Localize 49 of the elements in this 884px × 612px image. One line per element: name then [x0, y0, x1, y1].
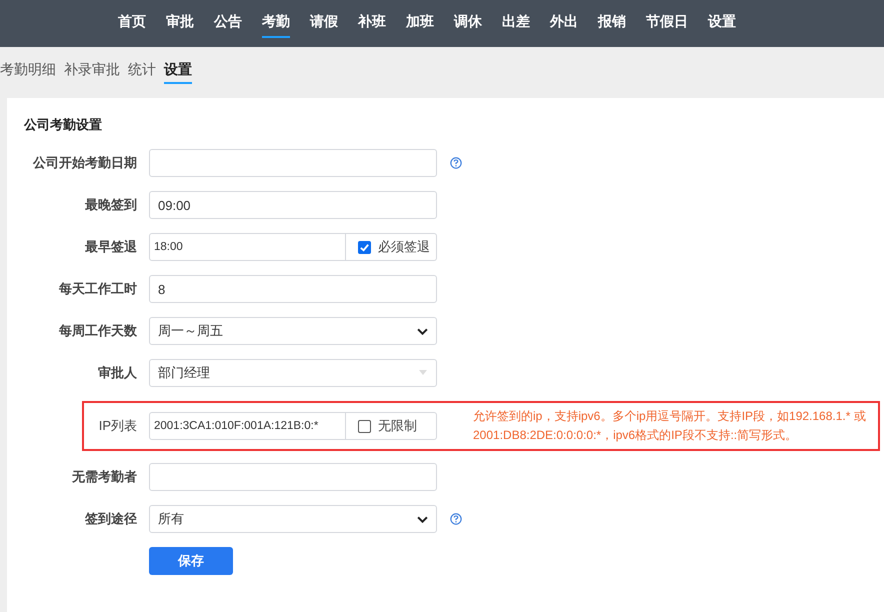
nav-tab[interactable]: 报销 [598, 13, 626, 38]
field-label: 每周工作天数 [58, 322, 137, 340]
nav-tab[interactable]: 首页 [118, 13, 146, 38]
checkbox-label: 必须签退 [378, 238, 430, 256]
nav-tab[interactable]: 审批 [166, 13, 194, 38]
input-field[interactable]: 09:00 [149, 191, 437, 219]
select-field[interactable]: 所有 [149, 505, 437, 533]
checkbox-addon[interactable]: 无限制 [346, 412, 437, 440]
field-label: 公司开始考勤日期 [32, 154, 137, 172]
nav-tab[interactable]: 加班 [406, 13, 434, 38]
nav-tab[interactable]: 出差 [502, 13, 530, 38]
input-field[interactable] [149, 463, 437, 491]
save-button[interactable]: 保存 [149, 547, 233, 575]
help-icon[interactable] [450, 513, 462, 525]
input-field[interactable]: 18:00 [149, 233, 346, 261]
field-label: 最早签退 [84, 238, 137, 256]
hint-text: 允许签到的ip，支持ipv6。多个ip用逗号隔开。支持IP段，如192.168.1.* 或 2001:DB8:2DE:0:0:0:0:*，ipv6格式的IP段不支持::简写形式。 [473, 408, 867, 444]
field-label: 签到途径 [84, 510, 137, 528]
checkbox[interactable] [358, 240, 371, 254]
checkbox-label: 无限制 [378, 417, 417, 435]
checkbox-addon[interactable]: 必须签退 [346, 233, 437, 261]
nav-tab[interactable]: 请假 [310, 13, 338, 38]
sub-tab[interactable]: 补录审批 [64, 61, 120, 84]
input-field[interactable]: 2001:3CA1:010F:001A:121B:0:* [149, 412, 346, 440]
caret-down-icon [418, 370, 428, 376]
select-field[interactable]: 部门经理 [149, 359, 437, 387]
checkbox[interactable] [358, 420, 371, 432]
chevron-down-icon [417, 328, 428, 334]
sub-tab[interactable]: 设置 [164, 61, 192, 84]
nav-tab[interactable]: 公告 [214, 13, 242, 38]
nav-tab[interactable]: 外出 [550, 13, 578, 38]
sub-tab[interactable]: 考勤明细 [0, 61, 56, 84]
nav-tab[interactable]: 补班 [358, 13, 386, 38]
input-field[interactable]: 8 [149, 275, 437, 303]
field-label: 无需考勤者 [70, 468, 137, 486]
nav-tab[interactable]: 调休 [454, 13, 482, 38]
card-title: 公司考勤设置 [24, 116, 103, 134]
sub-tab[interactable]: 统计 [128, 61, 156, 84]
help-icon[interactable] [450, 157, 462, 169]
nav-tab[interactable]: 设置 [708, 13, 736, 38]
field-label: 审批人 [97, 364, 137, 382]
nav-tab[interactable]: 节假日 [646, 13, 688, 38]
chevron-down-icon [417, 516, 428, 522]
field-label: 每天工作工时 [58, 280, 137, 298]
input-field[interactable] [149, 149, 437, 177]
select-field[interactable]: 周一～周五 [149, 317, 437, 345]
nav-tab[interactable]: 考勤 [262, 13, 290, 38]
field-label: 最晚签到 [84, 196, 137, 214]
field-label: IP列表 [98, 417, 137, 435]
